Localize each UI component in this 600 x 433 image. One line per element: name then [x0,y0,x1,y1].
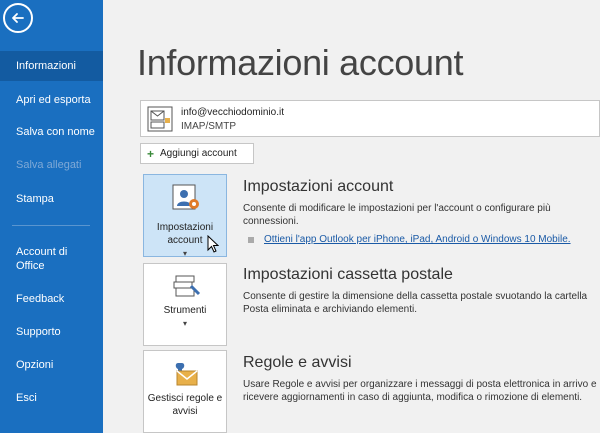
nav-divider [12,225,90,226]
tools-tile-label: Strumenti ▾ [163,305,207,328]
nav-opzioni[interactable]: Opzioni [0,358,103,372]
bullet-icon [248,236,254,243]
add-account-button[interactable]: + Aggiungi account [140,143,254,164]
account-selector[interactable]: info@vecchiodominio.it IMAP/SMTP [140,100,600,137]
mouse-cursor-icon [207,235,219,253]
outlook-mobile-link-row: Ottieni l'app Outlook per iPhone, iPad, … [248,234,571,245]
section-desc-rules-alerts: Usare Regole e avvisi per organizzare i … [243,379,597,403]
section-title-rules-alerts: Regole e avvisi [243,354,352,371]
nav-salva-allegati: Salva allegati [16,159,82,171]
tools-tile[interactable]: Strumenti ▾ [143,263,227,346]
rules-alerts-tile-label: Gestisci regole e avvisi [147,393,223,417]
account-email: info@vecchiodominio.it [181,107,284,118]
add-account-label: Aggiungi account [160,148,237,159]
nav-salva-con-nome[interactable]: Salva con nome [0,125,103,139]
outlook-mobile-link[interactable]: Ottieni l'app Outlook per iPhone, iPad, … [264,234,571,245]
nav-esci[interactable]: Esci [0,391,103,405]
plus-icon: + [147,146,155,161]
page-title: Informazioni account [137,42,464,83]
section-title-mailbox-settings: Impostazioni cassetta postale [243,266,453,283]
account-type: IMAP/SMTP [181,121,237,132]
nav-informazioni[interactable]: Informazioni [0,51,103,81]
nav-supporto[interactable]: Supporto [0,325,103,339]
nav-apri-esporta[interactable]: Apri ed esporta [0,93,103,107]
section-desc-mailbox-settings: Consente di gestire la dimensione della … [243,291,588,315]
mailbox-tools-icon [173,275,201,297]
section-title-account-settings: Impostazioni account [243,178,394,195]
nav-account-office[interactable]: Account di Office [0,245,70,273]
nav-feedback[interactable]: Feedback [0,292,103,306]
section-desc-account-settings: Consente di modificare le impostazioni p… [243,203,551,227]
backstage-sidebar: Informazioni Apri ed esporta Salva con n… [0,0,103,433]
account-settings-icon [172,184,199,210]
email-account-icon [147,106,173,132]
nav-stampa[interactable]: Stampa [0,192,103,206]
rules-alerts-tile[interactable]: Gestisci regole e avvisi [143,350,227,433]
rules-alerts-icon [175,363,198,386]
arrow-left-icon [12,13,24,23]
back-button[interactable] [3,3,33,33]
